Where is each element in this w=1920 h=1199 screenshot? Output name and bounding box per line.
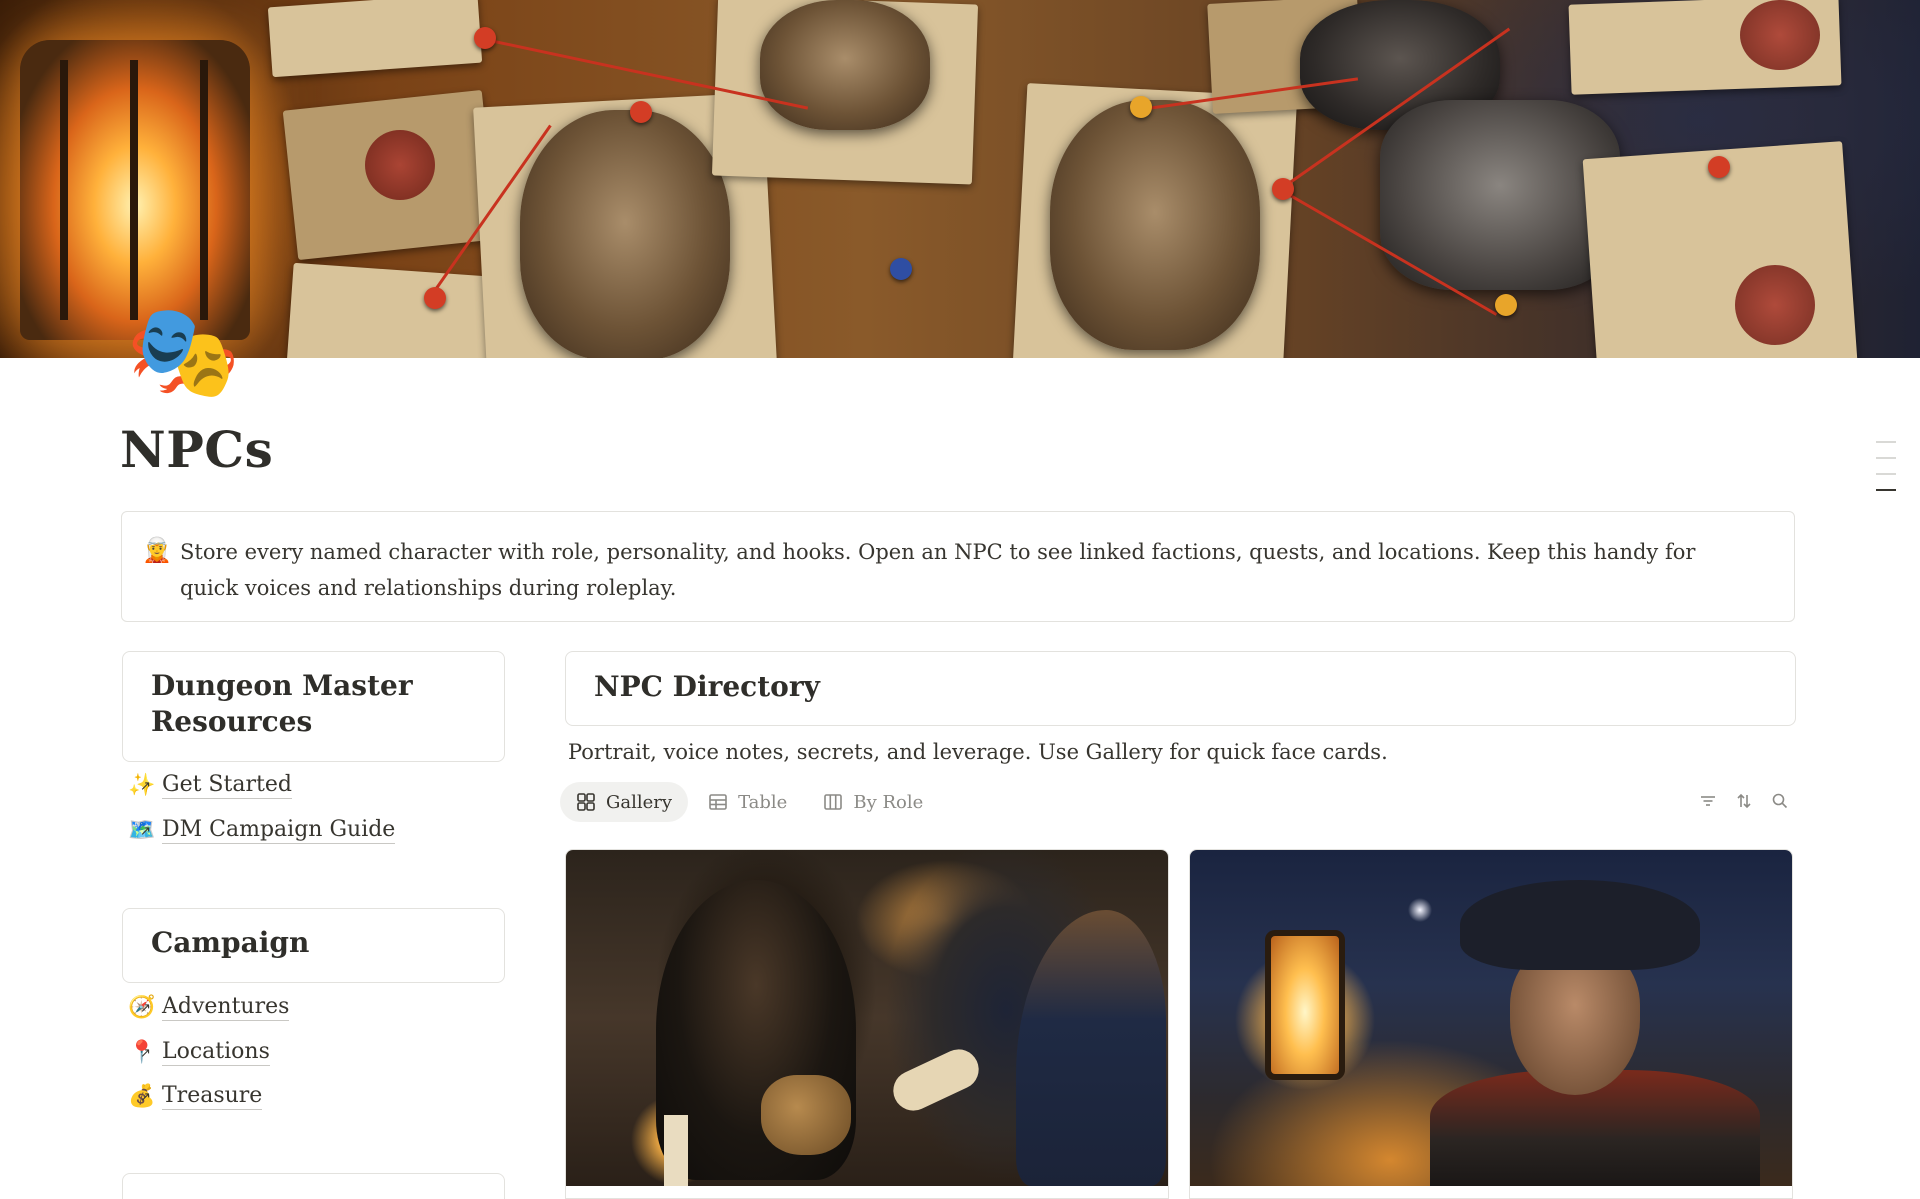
tab-table[interactable]: Table — [692, 782, 803, 822]
tab-by-role[interactable]: By Role — [807, 782, 939, 822]
sparkles-icon: ✨ — [128, 773, 162, 798]
link-label[interactable]: DM Campaign Guide — [162, 817, 396, 844]
npc-directory-header: NPC Directory — [565, 651, 1796, 726]
board-icon — [824, 794, 843, 810]
toc-mark[interactable] — [1876, 457, 1896, 459]
search-icon[interactable] — [1762, 792, 1798, 810]
sort-icon[interactable] — [1726, 792, 1762, 810]
link-label[interactable]: Treasure — [162, 1083, 263, 1110]
tab-label: By Role — [853, 791, 924, 813]
directory-description: Portrait, voice notes, secrets, and leve… — [568, 740, 1388, 764]
view-toolbar — [1690, 792, 1798, 810]
callout: 🧝 Store every named character with role,… — [121, 511, 1795, 622]
money-bag-icon: 💰 — [128, 1084, 162, 1109]
page-icon[interactable]: 🎭 — [126, 306, 241, 398]
tab-gallery[interactable]: Gallery — [560, 782, 689, 822]
link-label[interactable]: Get Started — [162, 772, 292, 799]
tab-label: Gallery — [606, 791, 673, 813]
npc-card[interactable] — [565, 849, 1169, 1199]
callout-icon: 🧝 — [142, 536, 172, 564]
page-title: NPCs — [120, 420, 274, 479]
toc-mark[interactable] — [1876, 441, 1896, 443]
cover-image — [0, 0, 1920, 358]
link-adventures[interactable]: 🧭 Adventures — [128, 994, 290, 1021]
table-of-contents-indicator[interactable] — [1876, 441, 1896, 505]
directory-title: NPC Directory — [594, 670, 820, 703]
compass-icon: 🧭 — [128, 995, 162, 1020]
callout-text: Store every named character with role, p… — [180, 540, 1696, 600]
pin-icon: 📍 — [128, 1040, 162, 1065]
link-locations[interactable]: 📍 Locations — [128, 1039, 270, 1066]
hooded-informant-tavern-portrait — [566, 850, 1168, 1186]
section-title: Dungeon Master Resources — [151, 669, 413, 738]
campaign-header: Campaign — [122, 908, 505, 983]
filter-icon[interactable] — [1690, 792, 1726, 810]
link-treasure[interactable]: 💰 Treasure — [128, 1083, 263, 1110]
link-get-started[interactable]: ✨ Get Started — [128, 772, 292, 799]
tab-label: Table — [738, 791, 788, 813]
next-section-header — [122, 1173, 505, 1199]
lantern-illustration — [20, 40, 250, 340]
link-label[interactable]: Adventures — [162, 994, 290, 1021]
link-label[interactable]: Locations — [162, 1039, 270, 1066]
npc-card[interactable] — [1189, 849, 1793, 1199]
toc-mark[interactable] — [1876, 473, 1896, 475]
section-title: Campaign — [151, 926, 310, 959]
table-icon — [709, 794, 727, 810]
gallery-icon — [577, 793, 595, 811]
toc-mark-active[interactable] — [1876, 489, 1896, 491]
harbor-captain-lantern-portrait — [1190, 850, 1792, 1186]
link-dm-campaign-guide[interactable]: 🗺️ DM Campaign Guide — [128, 817, 396, 844]
map-icon: 🗺️ — [128, 818, 162, 843]
view-tabs: Gallery Table By Role — [560, 782, 943, 822]
dm-resources-header: Dungeon Master Resources — [122, 651, 505, 762]
